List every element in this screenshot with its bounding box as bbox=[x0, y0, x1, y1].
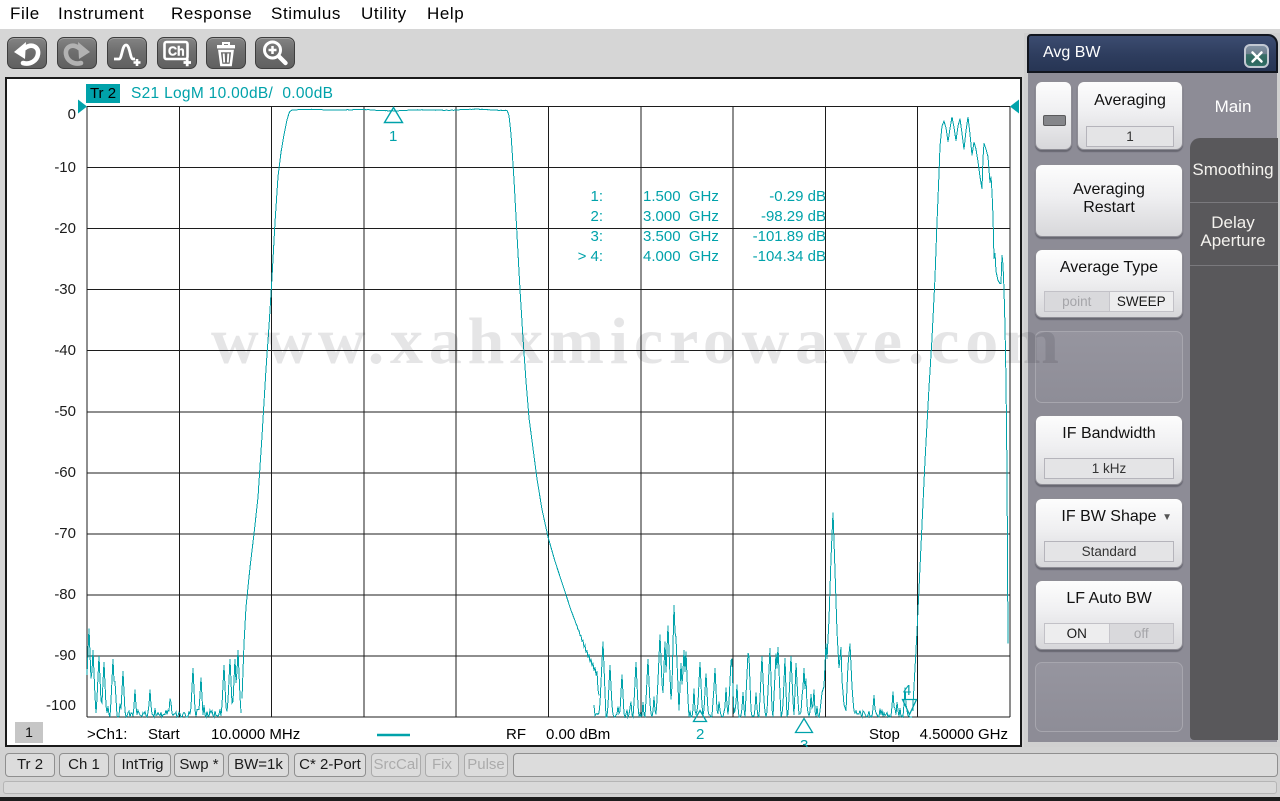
svg-text:Ch: Ch bbox=[168, 45, 185, 59]
